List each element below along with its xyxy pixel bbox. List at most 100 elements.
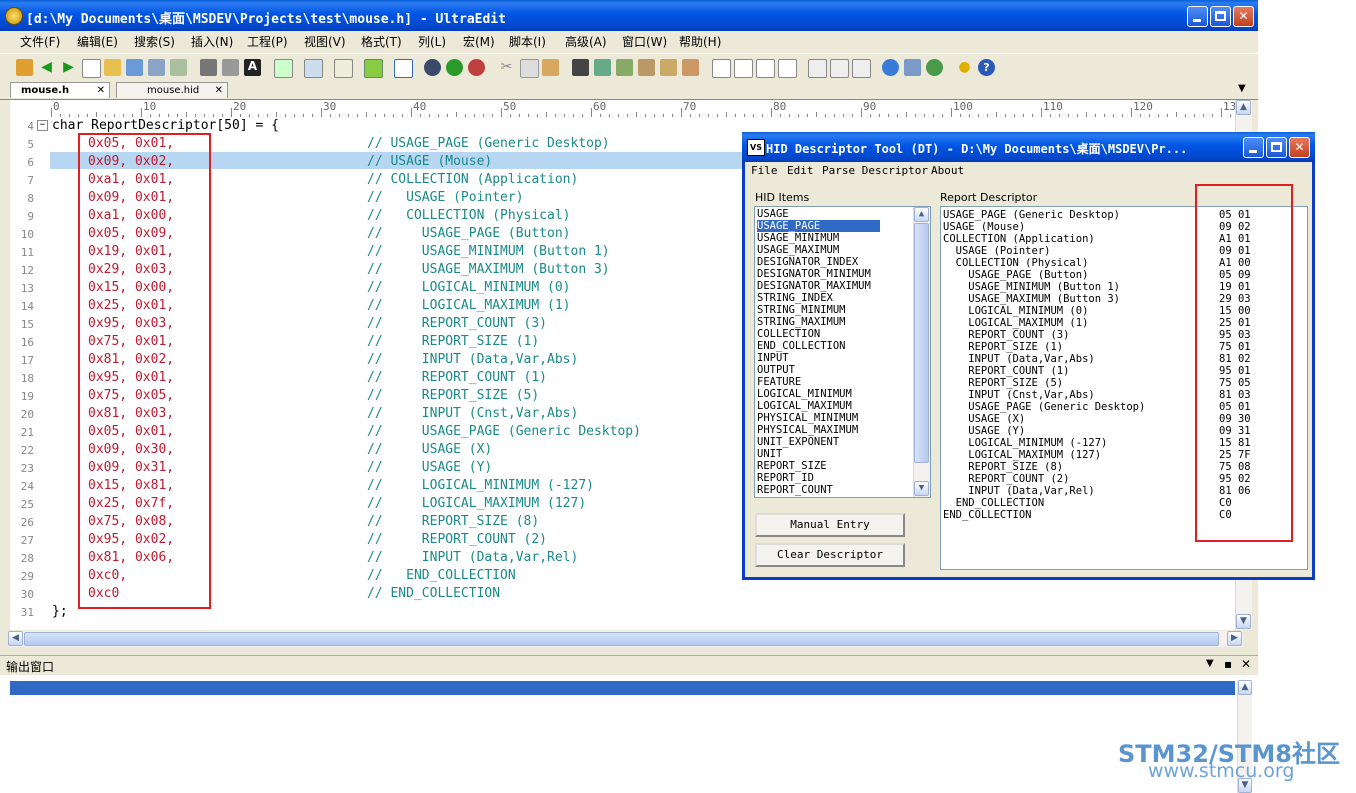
new-project-icon[interactable] — [16, 59, 33, 76]
hid-menu-edit[interactable]: Edit — [787, 164, 814, 177]
find-next-icon[interactable] — [594, 59, 611, 76]
hid-items-list[interactable]: USAGE USAGE_PAGE USAGE_MINIMUM USAGE_MAXIMU… — [754, 206, 931, 498]
help-icon[interactable]: ? — [978, 59, 995, 76]
menu-view[interactable]: 视图(V) — [304, 33, 346, 50]
close-button[interactable]: ✕ — [1233, 6, 1254, 27]
tab-mouse-hid[interactable]: mouse.hid ✕ — [116, 82, 228, 98]
column-mode-icon[interactable] — [334, 59, 353, 78]
hid-item[interactable]: USAGE — [757, 208, 789, 220]
hid-item[interactable]: REPORT_COUNT — [757, 484, 833, 496]
replace-in-files-icon[interactable] — [682, 59, 699, 76]
hid-items-scrollbar[interactable]: ▲ ▼ — [913, 207, 930, 497]
browser-icon[interactable] — [424, 59, 441, 76]
list-icon[interactable] — [394, 59, 413, 78]
scroll-down-icon[interactable]: ▼ — [914, 481, 929, 496]
tab-dropdown-icon[interactable]: ▼ — [1238, 83, 1246, 94]
output-window[interactable]: ▲ ▼ — [0, 675, 1258, 793]
hid-menu-parse[interactable]: Parse Descriptor — [822, 164, 928, 177]
hid-menu-about[interactable]: About — [931, 164, 964, 177]
word-wrap-icon[interactable] — [274, 59, 293, 78]
hid-item[interactable]: REPORT_ID — [757, 472, 814, 484]
hid-item[interactable]: INPUT — [757, 352, 789, 364]
hid-item[interactable]: STRING_MAXIMUM — [757, 316, 846, 328]
hid-item[interactable]: DESIGNATOR_MAXIMUM — [757, 280, 871, 292]
output-close-icon[interactable]: ✕ — [1241, 657, 1251, 671]
hid-item[interactable]: STRING_INDEX — [757, 292, 833, 304]
tab-close-icon[interactable]: ✕ — [215, 83, 223, 99]
print-preview-icon[interactable] — [222, 59, 239, 76]
scroll-up-icon[interactable]: ▲ — [914, 207, 929, 222]
hid-item[interactable]: END_COLLECTION — [757, 340, 846, 352]
menu-advanced[interactable]: 高级(A) — [565, 33, 607, 50]
tile-horizontal-icon[interactable] — [808, 59, 827, 78]
find-prev-icon[interactable] — [616, 59, 633, 76]
scroll-left-icon[interactable]: ◀ — [8, 631, 23, 646]
hid-item[interactable]: LOGICAL_MAXIMUM — [757, 400, 852, 412]
run-icon[interactable] — [446, 59, 463, 76]
hid-menu-file[interactable]: File — [751, 164, 778, 177]
hid-item[interactable]: COLLECTION — [757, 328, 820, 340]
replace-icon[interactable] — [638, 59, 655, 76]
hid-item[interactable]: UNIT_EXPONENT — [757, 436, 839, 448]
tab-mouse-h[interactable]: mouse.h ✕ — [10, 82, 110, 98]
ftp-icon[interactable] — [904, 59, 921, 76]
paste-icon[interactable] — [542, 59, 559, 76]
hid-item[interactable]: PHYSICAL_MAXIMUM — [757, 424, 858, 436]
menu-edit[interactable]: 编辑(E) — [77, 33, 118, 50]
open-folder-icon[interactable] — [104, 59, 121, 76]
hid-item[interactable]: PHYSICAL_MINIMUM — [757, 412, 858, 424]
hid-minimize-button[interactable] — [1243, 137, 1264, 158]
menu-insert[interactable]: 插入(N) — [191, 33, 233, 50]
maximize-button[interactable] — [1210, 6, 1231, 27]
menu-macro[interactable]: 宏(M) — [463, 33, 495, 50]
forward-arrow-icon[interactable]: ▶ — [60, 59, 77, 76]
find-icon[interactable] — [572, 59, 589, 76]
justify-icon[interactable] — [778, 59, 797, 78]
align-center-icon[interactable] — [734, 59, 753, 78]
save-icon[interactable] — [148, 59, 165, 76]
manual-entry-button[interactable]: Manual Entry — [755, 513, 905, 537]
fold-toggle-icon[interactable]: − — [37, 120, 48, 131]
hex-mode-icon[interactable] — [304, 59, 323, 78]
menu-window[interactable]: 窗口(W) — [622, 33, 667, 50]
stop-icon[interactable] — [468, 59, 485, 76]
menu-help[interactable]: 帮助(H) — [679, 33, 721, 50]
find-in-files-icon[interactable] — [660, 59, 677, 76]
hid-item[interactable]: REPORT_SIZE — [757, 460, 827, 472]
hid-item[interactable]: FEATURE — [757, 376, 801, 388]
hid-item[interactable]: USAGE_PAGE — [757, 220, 881, 232]
hid-item[interactable]: OUTPUT — [757, 364, 795, 376]
menu-file[interactable]: 文件(F) — [20, 33, 60, 50]
hid-item[interactable]: LOGICAL_MINIMUM — [757, 388, 852, 400]
scroll-up-icon[interactable]: ▲ — [1236, 100, 1251, 115]
align-left-icon[interactable] — [712, 59, 731, 78]
menu-project[interactable]: 工程(P) — [247, 33, 288, 50]
hid-items-scroll-thumb[interactable] — [914, 223, 929, 463]
hid-title-bar[interactable]: VS HID Descriptor Tool (DT) - D:\My Docu… — [742, 132, 1315, 162]
hid-item[interactable]: DESIGNATOR_MINIMUM — [757, 268, 871, 280]
title-bar[interactable]: [d:\My Documents\桌面\MSDEV\Projects\test\… — [0, 0, 1258, 31]
scroll-right-icon[interactable]: ▶ — [1227, 631, 1242, 646]
hid-item[interactable]: DESIGNATOR_INDEX — [757, 256, 858, 268]
menu-script[interactable]: 脚本(I) — [509, 33, 546, 50]
hid-item[interactable]: USAGE_MAXIMUM — [757, 244, 839, 256]
hid-maximize-button[interactable] — [1266, 137, 1287, 158]
menu-column[interactable]: 列(L) — [418, 33, 446, 50]
menu-format[interactable]: 格式(T) — [361, 33, 402, 50]
refresh-icon[interactable] — [926, 59, 943, 76]
spell-check-icon[interactable] — [364, 59, 383, 78]
hid-item[interactable]: UNIT — [757, 448, 782, 460]
align-right-icon[interactable] — [756, 59, 775, 78]
output-menu-icon[interactable]: ▼ — [1206, 658, 1214, 669]
print-icon[interactable] — [200, 59, 217, 76]
output-pin-icon[interactable]: ▪ — [1224, 657, 1232, 671]
web-icon[interactable] — [882, 59, 899, 76]
font-icon[interactable]: A — [244, 59, 261, 76]
cascade-icon[interactable] — [852, 59, 871, 78]
tile-vertical-icon[interactable] — [830, 59, 849, 78]
cut-icon[interactable]: ✂ — [498, 59, 515, 76]
tab-close-icon[interactable]: ✕ — [97, 83, 105, 99]
scroll-up-icon[interactable]: ▲ — [1238, 680, 1252, 695]
clear-descriptor-button[interactable]: Clear Descriptor — [755, 543, 905, 567]
hid-item[interactable]: USAGE_MINIMUM — [757, 232, 839, 244]
